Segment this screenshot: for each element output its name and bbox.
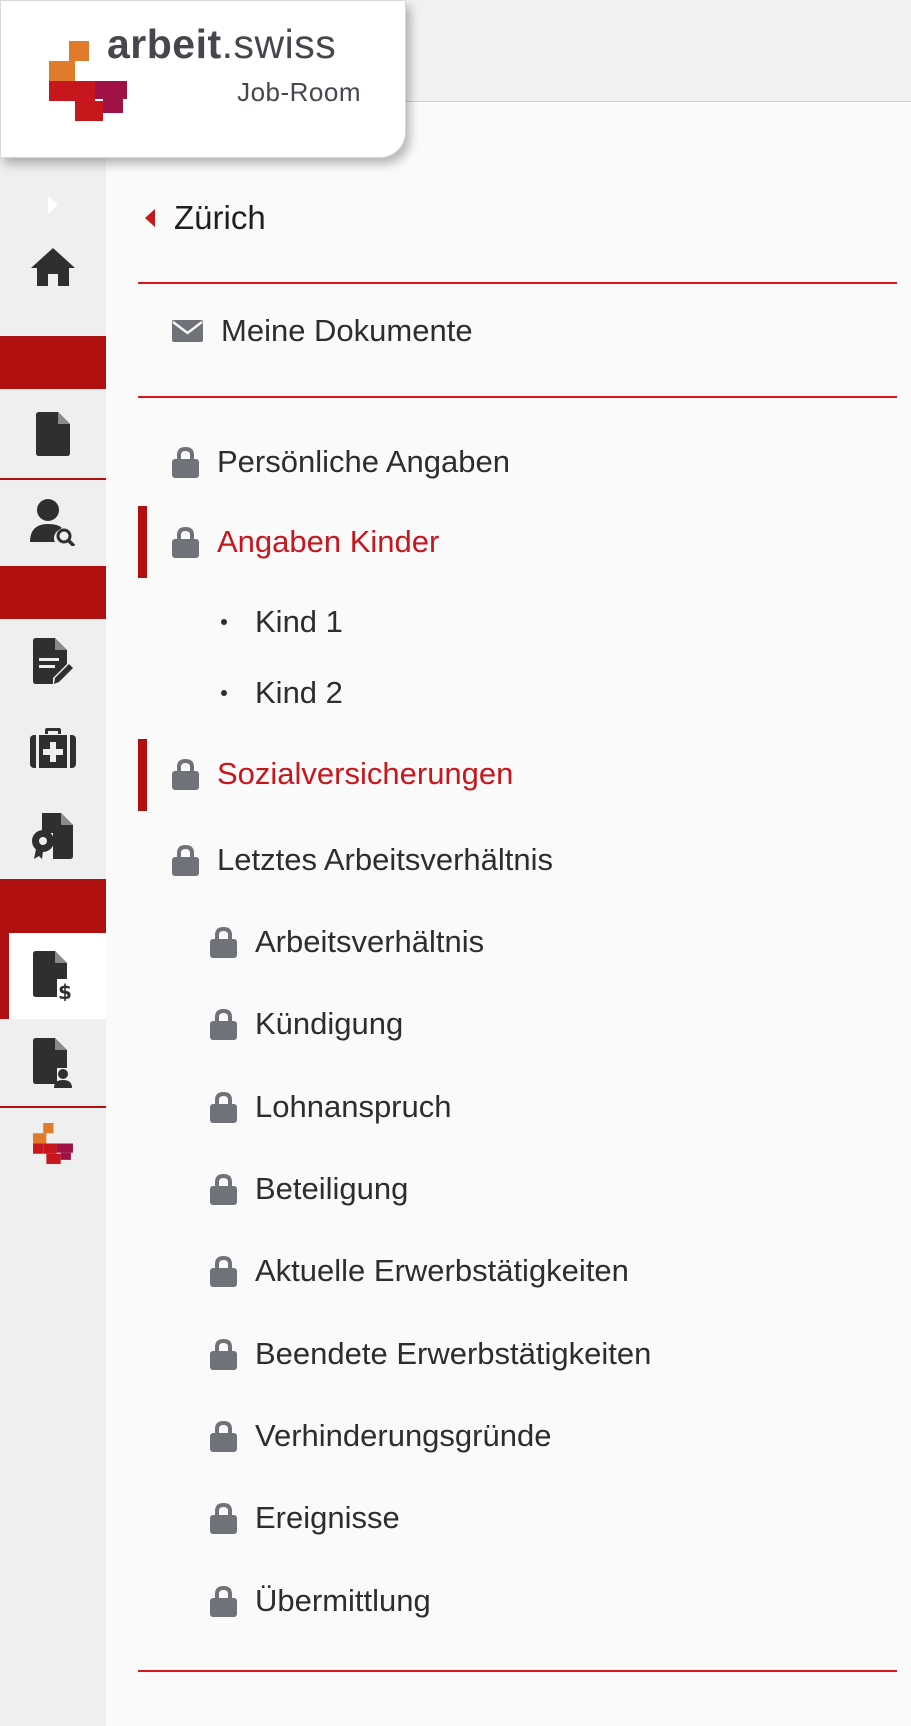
nav-item-label: Arbeitsverhältnis (255, 924, 485, 959)
my-documents-link[interactable]: Meine Dokumente (172, 300, 473, 362)
document-dollar-icon: $ (33, 951, 72, 1001)
rail-arbeit-swiss[interactable] (0, 1112, 106, 1176)
user-search-icon (30, 499, 76, 546)
lock-icon (210, 1339, 237, 1370)
lock-icon (172, 527, 199, 558)
lock-icon (210, 1174, 237, 1205)
document-edit-icon (33, 638, 73, 684)
nav-subitem-beendete-erwerbstaetigkeiten[interactable]: Beendete Erwerbstätigkeiten (210, 1328, 651, 1380)
nav-item-label: Beteiligung (255, 1171, 409, 1206)
lock-icon (210, 1009, 237, 1040)
expand-rail-button[interactable] (0, 180, 106, 230)
active-indicator (138, 739, 147, 811)
nav-subitem-kind-1[interactable]: Kind 1 (221, 596, 343, 648)
nav-subitem-verhinderungsgruende[interactable]: Verhinderungsgründe (210, 1410, 551, 1462)
nav-subitem-beteiligung[interactable]: Beteiligung (210, 1163, 408, 1215)
nav-item-label: Kind 2 (255, 675, 343, 710)
svg-text:$: $ (58, 980, 72, 1001)
bullet (221, 690, 227, 696)
nav-subitem-ereignisse[interactable]: Ereignisse (210, 1492, 400, 1544)
rail-applications[interactable] (0, 622, 106, 702)
back-link-label: Zürich (174, 199, 266, 236)
nav-item-persoenliche-angaben[interactable]: Persönliche Angaben (172, 436, 510, 488)
nav-item-label: Persönliche Angaben (217, 444, 511, 479)
back-link[interactable]: Zürich (144, 192, 266, 244)
document-icon (36, 412, 70, 456)
brand-subtitle: Job-Room (237, 77, 361, 107)
lock-icon (210, 1256, 237, 1287)
rail-personal-documents[interactable] (0, 1022, 106, 1104)
nav-subitem-kind-2[interactable]: Kind 2 (221, 667, 343, 719)
rail-documents[interactable] (0, 394, 106, 474)
lock-icon (210, 1421, 237, 1452)
my-documents-label: Meine Dokumente (221, 313, 473, 348)
chevron-right-icon (48, 196, 58, 214)
lock-icon (172, 759, 199, 790)
nav-subitem-lohnanspruch[interactable]: Lohnanspruch (210, 1081, 452, 1133)
document-user-icon (33, 1038, 72, 1088)
nav-item-label: Lohnanspruch (255, 1089, 452, 1124)
nav-item-angaben-kinder[interactable]: Angaben Kinder (172, 516, 439, 568)
nav-subitem-kuendigung[interactable]: Kündigung (210, 998, 403, 1050)
nav-item-label: Letztes Arbeitsverhältnis (217, 842, 554, 877)
nav-item-label: Sozialversicherungen (217, 756, 514, 791)
nav-item-label: Kind 1 (255, 604, 343, 639)
nav-item-label: Beendete Erwerbstätigkeiten (255, 1336, 652, 1371)
lock-icon (210, 927, 237, 958)
nav-subitem-aktuelle-erwerbstaetigkeiten[interactable]: Aktuelle Erwerbstätigkeiten (210, 1245, 629, 1297)
nav-subitem-uebermittlung[interactable]: Übermittlung (210, 1575, 431, 1627)
logo-card[interactable]: arbeit.swiss Job-Room (0, 0, 406, 158)
home-icon (31, 248, 75, 286)
lock-icon (210, 1503, 237, 1534)
bullet (221, 619, 227, 625)
caret-left-icon (145, 209, 155, 227)
lock-icon (172, 447, 199, 478)
lock-icon (210, 1092, 237, 1123)
nav-item-label: Kündigung (255, 1006, 404, 1041)
nav-item-sozialversicherungen[interactable]: Sozialversicherungen (172, 748, 513, 800)
rail-job-search[interactable] (0, 482, 106, 562)
medical-briefcase-icon (30, 728, 76, 768)
lock-icon (172, 845, 199, 876)
nav-item-label: Übermittlung (255, 1583, 431, 1618)
rail-certificates[interactable] (0, 796, 106, 876)
nav-subitem-arbeitsverhaeltnis[interactable]: Arbeitsverhältnis (210, 916, 484, 968)
rail-home[interactable] (0, 236, 106, 298)
arbeit-swiss-logo-icon (33, 1123, 73, 1164)
lock-icon (210, 1586, 237, 1617)
active-indicator (138, 506, 147, 578)
nav-item-label: Angaben Kinder (217, 524, 440, 559)
section-navigation: Zürich Meine Dokumente Persönliche Angab… (106, 102, 911, 1726)
brand-title: arbeit.swiss (107, 21, 337, 67)
icon-rail: $ (0, 102, 106, 1726)
nav-item-label: Aktuelle Erwerbstätigkeiten (255, 1253, 629, 1288)
certificate-document-icon (32, 813, 73, 859)
nav-item-letztes-arbeitsverhaeltnis[interactable]: Letztes Arbeitsverhältnis (172, 834, 553, 886)
nav-item-label: Verhinderungsgründe (255, 1418, 552, 1453)
nav-item-label: Ereignisse (255, 1500, 400, 1535)
envelope-icon (172, 320, 203, 342)
rail-unemployment-claim[interactable]: $ (0, 933, 106, 1019)
rail-health[interactable] (0, 710, 106, 786)
